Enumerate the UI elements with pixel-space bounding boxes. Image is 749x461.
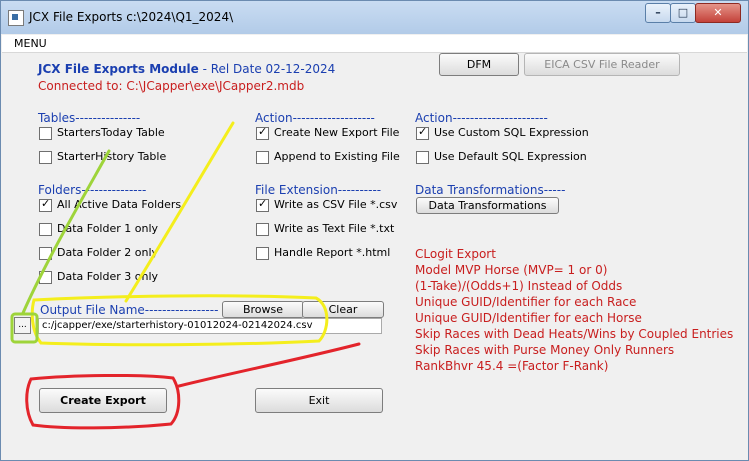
create-export-button[interactable]: Create Export bbox=[39, 388, 167, 413]
data-transformations-heading: Data Transformations----- bbox=[415, 183, 566, 197]
output-file-label: Output File Name----------------- bbox=[40, 303, 219, 317]
checkbox-box[interactable] bbox=[256, 151, 269, 164]
checkbox-label: StarterHistory Table bbox=[57, 150, 167, 163]
window-title: JCX File Exports c:\2024\Q1_2024\ bbox=[29, 10, 234, 24]
checkbox-label: Handle Report *.html bbox=[274, 246, 391, 259]
checkbox-box[interactable] bbox=[256, 197, 269, 212]
eica-csv-reader-button[interactable]: EICA CSV File Reader bbox=[524, 53, 680, 76]
data-transformations-button[interactable]: Data Transformations bbox=[416, 197, 559, 214]
checkbox-label: Use Default SQL Expression bbox=[434, 150, 587, 163]
checkbox-label: Data Folder 1 only bbox=[57, 222, 159, 235]
checkbox-box[interactable] bbox=[416, 125, 429, 140]
clogit-line: Model MVP Horse (MVP= 1 or 0) bbox=[415, 263, 608, 277]
checkbox-label: Data Folder 2 only bbox=[57, 246, 159, 259]
checkbox-box[interactable] bbox=[39, 223, 52, 236]
clogit-line: Unique GUID/Identifier for each Horse bbox=[415, 311, 642, 325]
clogit-line: CLogit Export bbox=[415, 247, 496, 261]
output-file-input[interactable]: c:/jcapper/exe/starterhistory-01012024-0… bbox=[38, 318, 382, 334]
checkbox-box[interactable] bbox=[39, 127, 52, 140]
clogit-line: Skip Races with Dead Heats/Wins by Coupl… bbox=[415, 327, 734, 341]
checkbox-label: Use Custom SQL Expression bbox=[434, 126, 589, 139]
close-button[interactable]: ✕ bbox=[695, 3, 741, 23]
clear-button[interactable]: Clear bbox=[302, 301, 384, 318]
main-window: JCX File Exports c:\2024\Q1_2024\ – □ ✕ … bbox=[0, 0, 749, 461]
checkbox-label: Create New Export File bbox=[274, 126, 400, 139]
checkbox-box[interactable] bbox=[39, 271, 52, 284]
checkbox-label: Append to Existing File bbox=[274, 150, 400, 163]
checkbox-box[interactable] bbox=[256, 125, 269, 140]
checkbox-box[interactable] bbox=[256, 223, 269, 236]
maximize-button[interactable]: □ bbox=[670, 3, 696, 23]
menu-bar: MENU bbox=[2, 35, 747, 53]
browse-button[interactable]: Browse bbox=[222, 301, 304, 318]
app-icon bbox=[8, 10, 24, 26]
checkbox-box[interactable] bbox=[39, 197, 52, 212]
checkbox-box[interactable] bbox=[256, 247, 269, 260]
checkbox-label: Data Folder 3 only bbox=[57, 270, 159, 283]
connection-status: Connected to: C:\JCapper\exe\JCapper2.md… bbox=[38, 79, 305, 93]
checkbox-label: All Active Data Folders bbox=[57, 198, 182, 211]
choose-directory-button[interactable]: ... bbox=[14, 317, 31, 334]
folders-heading: Folders--------------- bbox=[38, 183, 147, 197]
checkbox-label: Write as Text File *.txt bbox=[274, 222, 395, 235]
tables-heading: Tables--------------- bbox=[38, 111, 141, 125]
checkbox-box[interactable] bbox=[39, 247, 52, 260]
clogit-line: (1-Take)/(Odds+1) Instead of Odds bbox=[415, 279, 623, 293]
checkbox-box[interactable] bbox=[39, 151, 52, 164]
checkbox-label: StartersToday Table bbox=[57, 126, 165, 139]
action-heading: Action------------------- bbox=[255, 111, 375, 125]
clogit-line: Unique GUID/Identifier for each Race bbox=[415, 295, 637, 309]
minimize-button[interactable]: – bbox=[645, 3, 671, 23]
clogit-line: RankBhvr 45.4 =(Factor F-Rank) bbox=[415, 359, 609, 373]
release-date: - Rel Date 02-12-2024 bbox=[198, 62, 336, 76]
title-bar[interactable]: JCX File Exports c:\2024\Q1_2024\ – □ ✕ bbox=[1, 1, 748, 34]
module-name: JCX File Exports Module bbox=[38, 62, 199, 76]
file-extension-heading: File Extension---------- bbox=[255, 183, 382, 197]
checkbox-box[interactable] bbox=[416, 151, 429, 164]
dfm-button[interactable]: DFM bbox=[439, 53, 519, 76]
menu-item-menu[interactable]: MENU bbox=[14, 37, 47, 50]
clogit-line: Skip Races with Purse Money Only Runners bbox=[415, 343, 675, 357]
checkbox-label: Write as CSV File *.csv bbox=[274, 198, 398, 211]
red-pointer-line bbox=[177, 342, 361, 388]
sql-action-heading: Action---------------------- bbox=[415, 111, 548, 125]
exit-button[interactable]: Exit bbox=[255, 388, 383, 413]
module-title: JCX File Exports Module - Rel Date 02-12… bbox=[38, 62, 335, 76]
